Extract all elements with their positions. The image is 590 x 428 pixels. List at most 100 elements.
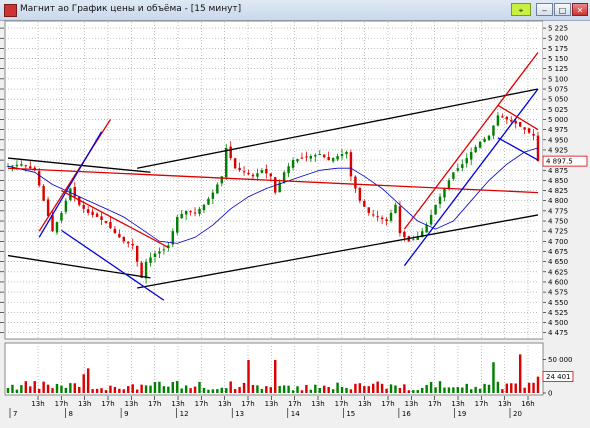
candle-body [349,152,353,177]
date-label: 14 [291,410,300,418]
candle-body [309,156,313,159]
candle-body [483,138,486,142]
candle-body [412,239,415,241]
candle-body [296,159,299,162]
price-tick-label: 4 725 [548,228,568,236]
volume-bar [461,387,464,393]
volume-bar [162,386,166,393]
candle-body [376,216,379,218]
candle-body [438,196,442,204]
volume-bar [434,387,437,393]
time-tick-label: 13h [125,400,138,408]
volume-bar [184,385,188,393]
candle-body [456,168,460,171]
candle-body [233,158,237,169]
candle-body [251,174,255,177]
candle-body [523,127,526,130]
time-tick-label: 17h [335,400,348,408]
volume-bar [37,388,41,393]
candle-body [340,154,344,156]
candle-body [496,115,500,126]
candle-body [505,116,509,120]
time-tick-label: 17h [55,400,68,408]
volume-bar [505,383,509,393]
candle-body [238,167,241,171]
price-tick-label: 4 950 [548,136,568,144]
candle-body [314,155,317,157]
candle-body [189,211,192,213]
volume-bar [211,389,215,393]
volume-bar [305,384,308,393]
volume-bar [29,386,32,393]
candle-body [211,192,215,199]
candle-body [60,212,63,221]
candle-body [532,133,535,136]
volume-bar [131,384,134,393]
price-tick-label: 5 025 [548,106,568,114]
volume-bar [193,386,197,393]
candle-body [104,221,108,224]
price-tick-label: 5 200 [548,35,568,43]
candle-body [162,249,166,251]
volume-bar [469,389,473,393]
volume-bar [349,389,353,393]
candle-body [256,173,259,177]
candle-body [469,151,473,160]
date-label: 9 [124,410,128,418]
volume-bar [385,388,388,393]
candle-body [100,216,103,221]
candle-body [153,253,157,258]
candle-body [327,156,330,161]
volume-bar [407,390,411,393]
time-tick-label: 13h [265,400,278,408]
volume-bar [300,390,304,393]
time-tick-label: 13h [311,400,324,408]
candle-body [122,236,126,242]
volume-bar [122,389,126,393]
volume-bar [452,387,455,393]
candle-body [465,158,468,164]
time-tick-label: 17h [288,400,301,408]
volume-bar [86,368,90,393]
volume-bar [42,381,45,393]
volume-bar [394,385,397,393]
candle-body [198,208,201,214]
price-tick-label: 4 800 [548,197,568,205]
time-tick-label: 17h [195,400,208,408]
candle-body [158,251,161,254]
volume-bar [389,384,393,393]
candle-body [216,184,219,194]
volume-bar [109,385,112,393]
candle-body [443,188,446,198]
date-label: 15 [346,410,355,418]
volume-bar [487,384,491,393]
last-price-label: 4 897.5 [546,158,573,166]
volume-bar [492,362,495,393]
volume-bar [345,387,348,393]
volume-bar [318,388,321,393]
volume-bar [113,386,117,393]
price-tick-label: 5 075 [548,86,568,94]
time-tick-label: 17h [428,400,441,408]
candle-body [265,168,268,174]
candle-body [478,141,482,148]
price-tick-label: 5 175 [548,45,568,53]
volume-bar [73,383,77,393]
candle-body [127,241,130,244]
volume-bar [398,387,402,393]
price-tick-label: 5 050 [548,96,568,104]
volume-bar [403,384,406,393]
candle-body [242,171,246,173]
candle-body [109,221,112,229]
volume-bar [20,385,23,393]
time-tick-label: 17h [475,400,488,408]
volume-bar [46,384,50,393]
candle-body [510,119,513,122]
volume-bar [367,386,370,393]
volume-bar [340,386,344,393]
candle-body [29,166,32,169]
candle-body [140,262,143,278]
price-tick-label: 4 775 [548,207,568,215]
volume-bar [180,388,183,393]
volume-bar [207,389,210,393]
